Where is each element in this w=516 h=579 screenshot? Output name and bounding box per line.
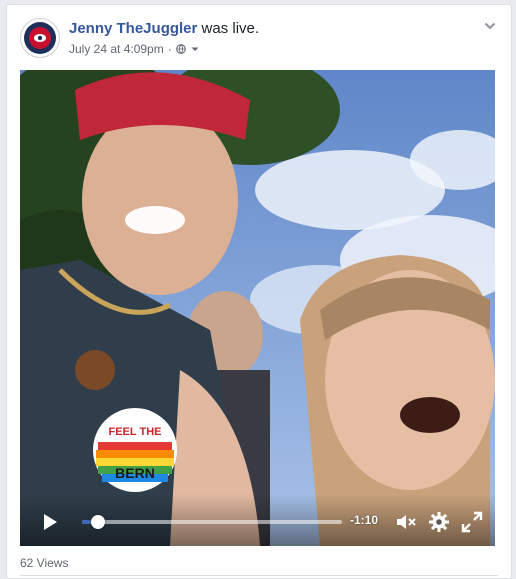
audience-chevron-down-icon[interactable] <box>190 44 200 54</box>
gear-icon[interactable] <box>428 511 450 533</box>
progress-bar[interactable] <box>82 515 342 529</box>
live-video-post-card: Jenny TheJuggler was live. July 24 at 4:… <box>6 4 512 579</box>
post-header-line: Jenny TheJuggler was live. <box>69 20 259 37</box>
live-video-player[interactable]: FEEL THE BERN -1:10 <box>20 70 495 546</box>
footer-divider <box>20 575 498 576</box>
time-remaining: -1:10 <box>350 513 379 527</box>
post-meta: July 24 at 4:09pm · <box>69 42 200 56</box>
play-icon[interactable] <box>40 512 60 532</box>
avatar-logo-image <box>24 22 56 54</box>
meta-separator: · <box>167 42 172 56</box>
video-frame-image: FEEL THE BERN <box>20 70 495 546</box>
author-name-link[interactable]: Jenny TheJuggler <box>69 20 197 37</box>
badge-text-top: FEEL THE <box>109 426 162 438</box>
fullscreen-icon[interactable] <box>461 511 483 533</box>
badge-text-bottom: BERN <box>115 465 155 481</box>
post-action-text: was live. <box>197 20 260 37</box>
muted-speaker-icon[interactable] <box>395 512 417 532</box>
globe-icon <box>175 44 186 54</box>
video-controls-bar: -1:10 <box>20 494 495 546</box>
progress-scrub-handle[interactable] <box>90 515 105 529</box>
view-count: 62 Views <box>20 556 69 570</box>
profile-avatar[interactable] <box>20 18 60 58</box>
post-timestamp-link[interactable]: July 24 at 4:09pm <box>69 42 164 56</box>
post-options-chevron-down-icon[interactable] <box>483 19 497 33</box>
